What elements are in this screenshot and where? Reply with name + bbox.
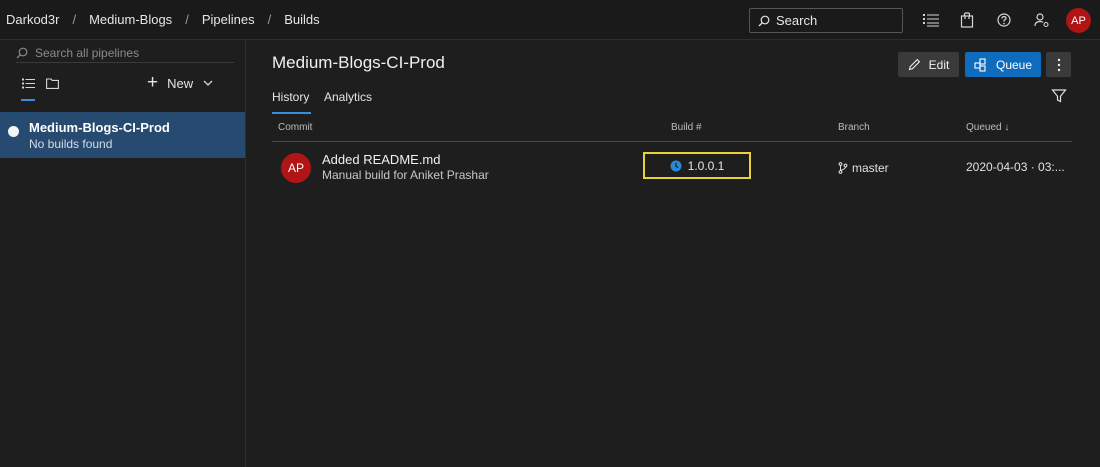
plus-icon: + [147, 72, 159, 93]
pipeline-search-input[interactable] [35, 45, 215, 60]
commit-title[interactable]: Added README.md [322, 152, 441, 167]
branch-icon [838, 162, 848, 174]
status-dot-icon [8, 126, 19, 137]
task-list-icon[interactable] [922, 11, 940, 29]
new-pipeline-label: New [167, 75, 194, 91]
breadcrumb-builds[interactable]: Builds [284, 12, 319, 27]
list-view-active-indicator [21, 99, 35, 101]
commit-author-avatar: AP [281, 153, 311, 183]
queue-button[interactable]: Queue [965, 52, 1041, 77]
commit-subtitle: Manual build for Aniket Prashar [322, 168, 489, 182]
pipeline-search [16, 43, 234, 63]
list-view-icon[interactable] [20, 75, 36, 91]
pencil-icon [908, 58, 920, 71]
tab-history[interactable]: History [272, 90, 309, 104]
page-title: Medium-Blogs-CI-Prod [272, 53, 445, 72]
edit-button[interactable]: Edit [898, 52, 959, 77]
more-actions-button[interactable] [1046, 52, 1071, 77]
queued-time: 2020-04-03 · 03:... [966, 160, 1065, 174]
edit-button-label: Edit [928, 57, 950, 72]
global-search-label: Search [776, 13, 818, 28]
new-pipeline-button[interactable]: + New [147, 73, 213, 93]
chevron-down-icon [203, 80, 213, 86]
breadcrumb: Darkod3r / Medium-Blogs / Pipelines / Bu… [0, 12, 320, 27]
build-number-highlight[interactable]: 1.0.0.1 [643, 152, 751, 179]
folder-view-icon[interactable] [44, 75, 60, 91]
build-number: 1.0.0.1 [687, 158, 725, 173]
tab-analytics[interactable]: Analytics [324, 90, 372, 104]
search-icon [758, 15, 770, 26]
main-content: Medium-Blogs-CI-Prod Edit Queue History … [247, 40, 1100, 467]
breadcrumb-separator: / [72, 12, 77, 27]
queue-build-icon [974, 57, 986, 72]
column-header-queued[interactable]: Queued ↓ [966, 122, 1009, 133]
filter-icon[interactable] [1051, 88, 1067, 104]
breadcrumb-pipelines[interactable]: Pipelines [202, 12, 255, 27]
help-icon[interactable] [995, 11, 1013, 29]
column-header-commit: Commit [278, 122, 313, 133]
more-vertical-icon [1057, 58, 1060, 71]
column-header-branch: Branch [838, 122, 870, 133]
branch-name: master [852, 161, 889, 175]
top-bar: Darkod3r / Medium-Blogs / Pipelines / Bu… [0, 0, 1100, 40]
column-header-build: Build # [671, 122, 702, 133]
breadcrumb-separator: / [185, 12, 189, 27]
user-settings-icon[interactable] [1033, 11, 1051, 29]
branch-cell: master [838, 161, 889, 175]
user-avatar[interactable]: AP [1066, 8, 1091, 33]
active-tab-indicator [272, 112, 311, 114]
sidebar-item-subtitle: No builds found [29, 137, 113, 151]
sidebar-item-title: Medium-Blogs-CI-Prod [29, 120, 170, 135]
pipelines-sidebar: + New Medium-Blogs-CI-Prod No builds fou… [0, 40, 246, 467]
breadcrumb-separator: / [267, 12, 272, 27]
clock-status-icon [670, 160, 682, 171]
queue-button-label: Queue [995, 57, 1033, 72]
breadcrumb-org[interactable]: Darkod3r [6, 12, 59, 27]
global-search-box[interactable]: Search [749, 8, 903, 33]
sidebar-item-pipeline[interactable]: Medium-Blogs-CI-Prod No builds found [0, 112, 245, 158]
marketplace-bag-icon[interactable] [958, 11, 976, 29]
breadcrumb-project[interactable]: Medium-Blogs [89, 12, 172, 27]
search-icon [16, 47, 28, 58]
